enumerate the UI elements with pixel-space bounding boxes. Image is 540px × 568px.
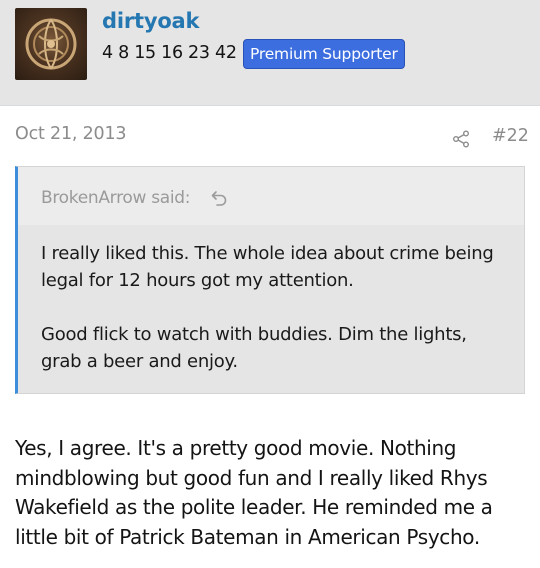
arrow-up-left-icon[interactable] xyxy=(211,189,227,207)
post-body: Yes, I agree. It's a pretty good movie. … xyxy=(15,436,493,549)
avatar-emblem-icon xyxy=(25,18,77,70)
quote-body: I really liked this. The whole idea abou… xyxy=(41,240,511,375)
post-date[interactable]: Oct 21, 2013 xyxy=(15,124,127,144)
quote-header: BrokenArrow said: xyxy=(18,167,524,225)
premium-supporter-badge: Premium Supporter xyxy=(243,39,405,69)
user-title: 4 8 15 16 23 42 xyxy=(102,43,237,63)
quote-paragraph: Good flick to watch with buddies. Dim th… xyxy=(41,324,467,372)
share-icon[interactable] xyxy=(451,129,471,149)
avatar[interactable] xyxy=(15,8,87,80)
user-header: dirtyoak 4 8 15 16 23 42 Premium Support… xyxy=(0,0,540,106)
quote-author[interactable]: BrokenArrow said: xyxy=(41,188,191,208)
post-number-link[interactable]: #22 xyxy=(492,126,529,146)
quote-block: BrokenArrow said: I really liked this. T… xyxy=(15,166,525,394)
username[interactable]: dirtyoak xyxy=(102,9,199,33)
quote-paragraph: I really liked this. The whole idea abou… xyxy=(41,243,494,291)
